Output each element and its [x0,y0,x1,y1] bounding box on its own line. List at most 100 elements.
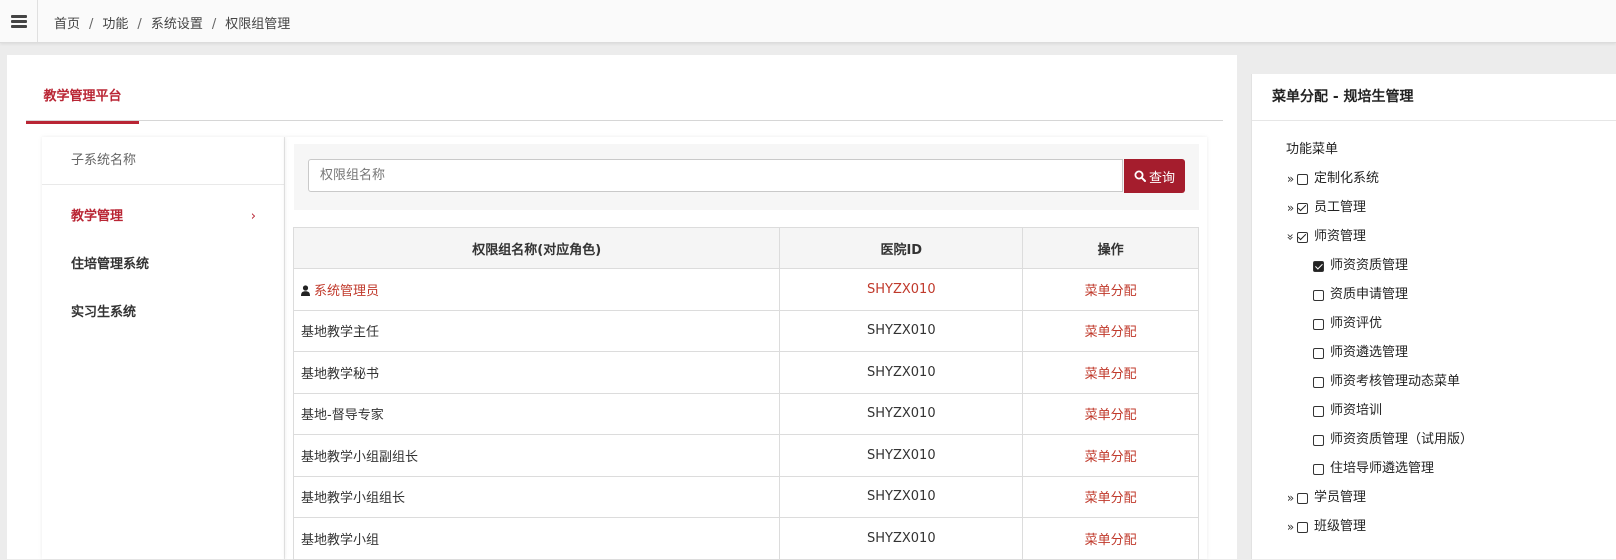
menu-assign-link[interactable]: 菜单分配 [1022,392,1199,435]
hospital-id-cell: SHYZX010 [779,268,1024,311]
subsystem-item-residency[interactable]: 住培管理系统 [42,241,284,289]
menu-assign-link[interactable]: 菜单分配 [1022,351,1199,394]
subsystem-item-label: 教学管理 [71,209,124,224]
tree-node-faculty-training[interactable]: 师资培训 [1313,402,1382,420]
checkbox[interactable] [1297,521,1308,533]
group-name-cell: 基地教学秘书 [292,351,781,394]
checkbox[interactable] [1297,202,1308,214]
table-row: 基地教学小组组长 SHYZX010 菜单分配 [292,475,1199,518]
search-button[interactable]: 查询 [1124,159,1185,193]
hospital-id-cell: SHYZX010 [779,392,1024,435]
checkbox[interactable] [1313,376,1324,388]
hospital-id-cell: SHYZX010 [779,475,1024,518]
hospital-id-cell: SHYZX010 [779,309,1024,352]
search-icon [1134,170,1146,182]
group-name-cell: 基地教学小组 [292,517,781,560]
chevron-right-icon: › [250,209,256,224]
menu-assign-link[interactable]: 菜单分配 [1022,517,1199,560]
tab-teaching-platform[interactable]: 教学管理平台 [26,86,139,124]
breadcrumb-separator: / [211,17,217,32]
breadcrumb-item-home[interactable]: 首页 [54,17,80,32]
breadcrumb-item-current: 权限组管理 [225,17,291,32]
table-row: 基地教学小组副组长 SHYZX010 菜单分配 [292,434,1199,477]
expand-icon[interactable]: » [1285,199,1296,217]
expand-icon[interactable]: » [1285,489,1296,507]
tree-node-faculty-selection[interactable]: 师资遴选管理 [1313,344,1408,362]
menu-assign-link[interactable]: 菜单分配 [1022,309,1199,352]
table-row: 基地教学主任 SHYZX010 菜单分配 [292,309,1199,352]
menu-assign-panel: 菜单分配 - 规培生管理 功能菜单 » 定制化系统 » 员工管理 » 师资管理 … [1251,74,1616,559]
tree-node-label: 师资培训 [1330,403,1383,418]
checkbox[interactable] [1313,289,1324,301]
tree-node-custom-system[interactable]: » 定制化系统 [1285,170,1379,188]
tree-node-student[interactable]: » 学员管理 [1285,489,1366,507]
tree-node-qualification-apply[interactable]: 资质申请管理 [1313,286,1408,304]
checkbox[interactable] [1313,405,1324,417]
tree-node-staff[interactable]: » 员工管理 [1285,199,1366,217]
table-header-row: 权限组名称(对应角色) 医院ID 操作 [292,227,1199,269]
expand-icon[interactable]: » [1285,518,1296,536]
subsystem-item-teaching[interactable]: 教学管理 › [42,193,284,241]
group-name-cell[interactable]: 系统管理员 [292,268,781,311]
tree-node-faculty-qualification[interactable]: 师资资质管理 [1313,257,1408,275]
column-header-action: 操作 [1022,227,1199,269]
checkbox[interactable] [1297,231,1308,243]
subsystem-item-intern[interactable]: 实习生系统 [42,289,284,337]
tree-node-label: 定制化系统 [1314,171,1380,186]
tab-divider [26,120,1223,121]
tree-node-label: 师资资质管理 [1330,258,1409,273]
checkbox[interactable] [1313,260,1324,272]
search-button-label: 查询 [1148,170,1175,186]
checkbox[interactable] [1313,318,1324,330]
group-name-cell: 基地教学主任 [292,309,781,352]
breadcrumb-item-settings[interactable]: 系统设置 [151,17,203,32]
checkbox[interactable] [1313,434,1324,446]
tree-node-label: 师资遴选管理 [1330,345,1409,360]
tree-node-label: 资质申请管理 [1330,287,1409,302]
table-row: 基地-督导专家 SHYZX010 菜单分配 [292,392,1199,435]
tree-node-faculty-assessment[interactable]: 师资考核管理动态菜单 [1313,373,1460,391]
breadcrumb-separator: / [89,17,94,32]
permission-group-table: 权限组名称(对应角色) 医院ID 操作 系统管理员 SHYZX010 菜单分配 [292,227,1199,560]
tree-node-label: 师资考核管理动态菜单 [1330,374,1461,389]
subsystem-panel: 子系统名称 教学管理 › 住培管理系统 实习生系统 [42,137,285,559]
tree-node-label: 班级管理 [1314,519,1367,534]
hamburger-icon [10,14,27,28]
tree-node-label: 员工管理 [1314,200,1367,215]
menu-assign-link[interactable]: 菜单分配 [1022,268,1199,311]
checkbox[interactable] [1297,173,1308,185]
tree-node-label: 师资评优 [1330,316,1383,331]
menu-assign-link[interactable]: 菜单分配 [1022,475,1199,518]
content-panel: 查询 权限组名称(对应角色) 医院ID 操作 [285,137,1207,560]
checkbox[interactable] [1297,492,1308,504]
subsystem-item-label: 住培管理系统 [71,257,150,272]
panel-title: 菜单分配 - 规培生管理 [1252,74,1616,121]
tree-node-faculty[interactable]: » 师资管理 [1284,228,1367,246]
group-name: 系统管理员 [314,283,380,299]
hospital-id-cell: SHYZX010 [779,351,1024,394]
checkbox[interactable] [1313,347,1324,359]
tree-node-class[interactable]: » 班级管理 [1285,518,1366,536]
tree-node-label: 住培导师遴选管理 [1330,461,1435,476]
tree-node-faculty-qualification-trial[interactable]: 师资资质管理（试用版） [1313,431,1473,449]
menu-toggle-button[interactable] [0,0,38,42]
tree-node-mentor-selection[interactable]: 住培导师遴选管理 [1313,460,1434,478]
tree-node-label: 师资资质管理（试用版） [1330,432,1474,447]
hospital-id-cell: SHYZX010 [779,434,1024,477]
checkbox[interactable] [1313,463,1324,475]
breadcrumb-item-function[interactable]: 功能 [102,17,128,32]
user-icon [301,285,310,296]
expand-icon[interactable]: » [1285,170,1296,188]
breadcrumb: 首页 / 功能 / 系统设置 / 权限组管理 [54,13,290,32]
group-name-cell: 基地教学小组组长 [292,475,781,518]
tree-root-label: 功能菜单 [1286,142,1339,157]
tree-node-label: 学员管理 [1314,490,1367,505]
table-row: 系统管理员 SHYZX010 菜单分配 [292,268,1199,311]
top-bar: 首页 / 功能 / 系统设置 / 权限组管理 [0,0,1616,43]
subsystem-header: 子系统名称 [42,137,284,185]
subsystem-list: 教学管理 › 住培管理系统 实习生系统 [42,185,284,337]
table-row: 基地教学小组 SHYZX010 菜单分配 [292,517,1199,560]
menu-assign-link[interactable]: 菜单分配 [1022,434,1199,477]
tree-node-faculty-award[interactable]: 师资评优 [1313,315,1382,333]
search-input[interactable] [308,159,1123,192]
